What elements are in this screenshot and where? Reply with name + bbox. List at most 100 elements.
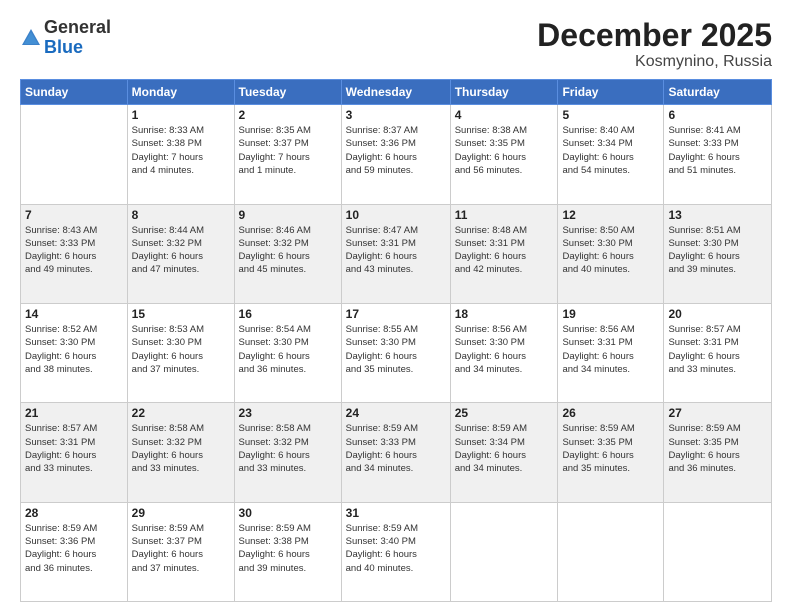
day-number: 9 [239, 208, 337, 222]
calendar-cell: 12Sunrise: 8:50 AM Sunset: 3:30 PM Dayli… [558, 204, 664, 303]
day-info: Sunrise: 8:35 AM Sunset: 3:37 PM Dayligh… [239, 124, 337, 177]
day-number: 19 [562, 307, 659, 321]
header-wednesday: Wednesday [341, 80, 450, 105]
day-number: 13 [668, 208, 767, 222]
day-number: 3 [346, 108, 446, 122]
day-info: Sunrise: 8:58 AM Sunset: 3:32 PM Dayligh… [239, 422, 337, 475]
location: Kosmynino, Russia [537, 53, 772, 71]
day-info: Sunrise: 8:59 AM Sunset: 3:36 PM Dayligh… [25, 522, 123, 575]
header-tuesday: Tuesday [234, 80, 341, 105]
day-info: Sunrise: 8:58 AM Sunset: 3:32 PM Dayligh… [132, 422, 230, 475]
calendar-cell: 11 Sunrise: 8:48 AM Sunset: 3:31 PM Dayli… [450, 204, 558, 303]
day-number: 8 [132, 208, 230, 222]
calendar-week-3: 14 Sunrise: 8:52 AM Sunset: 3:30 PM Dayli… [21, 303, 772, 402]
day-number: 22 [132, 406, 230, 420]
day-info: Sunrise: 8:50 AM Sunset: 3:30 PM Dayligh… [562, 224, 659, 277]
day-info: Sunrise: 8:59 AM Sunset: 3:37 PM Dayligh… [132, 522, 230, 575]
calendar-cell: 14 Sunrise: 8:52 AM Sunset: 3:30 PM Dayli… [21, 303, 128, 402]
calendar-cell: 25 Sunrise: 8:59 AM Sunset: 3:34 PM Dayli… [450, 403, 558, 502]
calendar-table: Sunday Monday Tuesday Wednesday Thursday… [20, 79, 772, 602]
calendar-cell: 21 Sunrise: 8:57 AM Sunset: 3:31 PM Dayli… [21, 403, 128, 502]
day-info: Sunrise: 8:46 AM Sunset: 3:32 PM Dayligh… [239, 224, 337, 277]
calendar-cell: 1 Sunrise: 8:33 AM Sunset: 3:38 PM Daylig… [127, 105, 234, 204]
calendar-week-1: 1 Sunrise: 8:33 AM Sunset: 3:38 PM Daylig… [21, 105, 772, 204]
month-title: December 2025 [537, 18, 772, 53]
day-number: 1 [132, 108, 230, 122]
calendar-week-5: 28Sunrise: 8:59 AM Sunset: 3:36 PM Dayli… [21, 502, 772, 601]
day-info: Sunrise: 8:33 AM Sunset: 3:38 PM Dayligh… [132, 124, 230, 177]
calendar-cell: 10 Sunrise: 8:47 AM Sunset: 3:31 PM Dayli… [341, 204, 450, 303]
day-info: Sunrise: 8:59 AM Sunset: 3:35 PM Dayligh… [668, 422, 767, 475]
calendar-cell [558, 502, 664, 601]
day-info: Sunrise: 8:51 AM Sunset: 3:30 PM Dayligh… [668, 224, 767, 277]
logo-icon [20, 27, 42, 49]
day-number: 23 [239, 406, 337, 420]
day-info: Sunrise: 8:57 AM Sunset: 3:31 PM Dayligh… [25, 422, 123, 475]
calendar-cell [21, 105, 128, 204]
header-monday: Monday [127, 80, 234, 105]
calendar-week-2: 7 Sunrise: 8:43 AM Sunset: 3:33 PM Daylig… [21, 204, 772, 303]
day-number: 14 [25, 307, 123, 321]
day-number: 17 [346, 307, 446, 321]
header-sunday: Sunday [21, 80, 128, 105]
day-number: 7 [25, 208, 123, 222]
day-info: Sunrise: 8:47 AM Sunset: 3:31 PM Dayligh… [346, 224, 446, 277]
weekday-header-row: Sunday Monday Tuesday Wednesday Thursday… [21, 80, 772, 105]
day-number: 5 [562, 108, 659, 122]
logo: General Blue [20, 18, 111, 58]
calendar-cell: 30 Sunrise: 8:59 AM Sunset: 3:38 PM Dayli… [234, 502, 341, 601]
day-number: 21 [25, 406, 123, 420]
day-number: 25 [455, 406, 554, 420]
day-number: 27 [668, 406, 767, 420]
day-info: Sunrise: 8:59 AM Sunset: 3:35 PM Dayligh… [562, 422, 659, 475]
calendar-cell: 6 Sunrise: 8:41 AM Sunset: 3:33 PM Daylig… [664, 105, 772, 204]
calendar-week-4: 21 Sunrise: 8:57 AM Sunset: 3:31 PM Dayli… [21, 403, 772, 502]
day-info: Sunrise: 8:38 AM Sunset: 3:35 PM Dayligh… [455, 124, 554, 177]
day-info: Sunrise: 8:44 AM Sunset: 3:32 PM Dayligh… [132, 224, 230, 277]
calendar-cell [450, 502, 558, 601]
calendar-cell: 17Sunrise: 8:55 AM Sunset: 3:30 PM Dayli… [341, 303, 450, 402]
day-number: 10 [346, 208, 446, 222]
calendar-cell: 4 Sunrise: 8:38 AM Sunset: 3:35 PM Daylig… [450, 105, 558, 204]
day-info: Sunrise: 8:41 AM Sunset: 3:33 PM Dayligh… [668, 124, 767, 177]
calendar-cell: 15Sunrise: 8:53 AM Sunset: 3:30 PM Dayli… [127, 303, 234, 402]
day-number: 11 [455, 208, 554, 222]
calendar-cell [664, 502, 772, 601]
day-info: Sunrise: 8:57 AM Sunset: 3:31 PM Dayligh… [668, 323, 767, 376]
calendar-cell: 16Sunrise: 8:54 AM Sunset: 3:30 PM Dayli… [234, 303, 341, 402]
calendar-cell: 23 Sunrise: 8:58 AM Sunset: 3:32 PM Dayli… [234, 403, 341, 502]
calendar-cell: 7 Sunrise: 8:43 AM Sunset: 3:33 PM Daylig… [21, 204, 128, 303]
day-info: Sunrise: 8:59 AM Sunset: 3:34 PM Dayligh… [455, 422, 554, 475]
day-number: 30 [239, 506, 337, 520]
calendar-cell: 3 Sunrise: 8:37 AM Sunset: 3:36 PM Daylig… [341, 105, 450, 204]
header: General Blue December 2025 Kosmynino, Ru… [20, 18, 772, 71]
calendar-cell: 22 Sunrise: 8:58 AM Sunset: 3:32 PM Dayli… [127, 403, 234, 502]
day-info: Sunrise: 8:48 AM Sunset: 3:31 PM Dayligh… [455, 224, 554, 277]
day-info: Sunrise: 8:56 AM Sunset: 3:31 PM Dayligh… [562, 323, 659, 376]
day-info: Sunrise: 8:52 AM Sunset: 3:30 PM Dayligh… [25, 323, 123, 376]
day-number: 29 [132, 506, 230, 520]
calendar-cell: 27 Sunrise: 8:59 AM Sunset: 3:35 PM Dayli… [664, 403, 772, 502]
calendar-cell: 9 Sunrise: 8:46 AM Sunset: 3:32 PM Daylig… [234, 204, 341, 303]
day-number: 16 [239, 307, 337, 321]
day-info: Sunrise: 8:37 AM Sunset: 3:36 PM Dayligh… [346, 124, 446, 177]
calendar-cell: 18Sunrise: 8:56 AM Sunset: 3:30 PM Dayli… [450, 303, 558, 402]
day-info: Sunrise: 8:43 AM Sunset: 3:33 PM Dayligh… [25, 224, 123, 277]
header-saturday: Saturday [664, 80, 772, 105]
calendar-cell: 13 Sunrise: 8:51 AM Sunset: 3:30 PM Dayli… [664, 204, 772, 303]
day-info: Sunrise: 8:53 AM Sunset: 3:30 PM Dayligh… [132, 323, 230, 376]
day-number: 24 [346, 406, 446, 420]
day-number: 26 [562, 406, 659, 420]
day-number: 6 [668, 108, 767, 122]
day-info: Sunrise: 8:59 AM Sunset: 3:33 PM Dayligh… [346, 422, 446, 475]
header-thursday: Thursday [450, 80, 558, 105]
day-number: 4 [455, 108, 554, 122]
calendar-cell: 24 Sunrise: 8:59 AM Sunset: 3:33 PM Dayli… [341, 403, 450, 502]
day-info: Sunrise: 8:59 AM Sunset: 3:38 PM Dayligh… [239, 522, 337, 575]
calendar-cell: 28Sunrise: 8:59 AM Sunset: 3:36 PM Dayli… [21, 502, 128, 601]
calendar-cell: 31Sunrise: 8:59 AM Sunset: 3:40 PM Dayli… [341, 502, 450, 601]
calendar-cell: 29 Sunrise: 8:59 AM Sunset: 3:37 PM Dayli… [127, 502, 234, 601]
day-number: 18 [455, 307, 554, 321]
title-block: December 2025 Kosmynino, Russia [537, 18, 772, 71]
page: General Blue December 2025 Kosmynino, Ru… [0, 0, 792, 612]
